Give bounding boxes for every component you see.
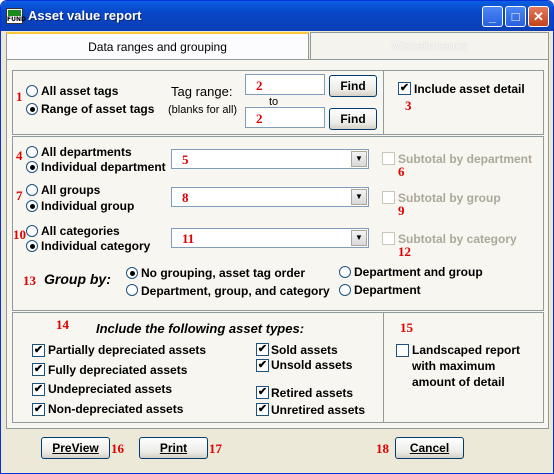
callout-1: 1 — [16, 89, 23, 104]
sold-assets-label: Sold assets — [271, 343, 338, 357]
asset-value-report-window: FUND Asset value report _ □ ✕ Data range… — [0, 0, 554, 474]
group-by-label: Group by: — [44, 271, 111, 287]
all-departments-label: All departments — [41, 145, 132, 159]
blanks-for-all-label: (blanks for all) — [168, 104, 238, 116]
all-asset-tags-radio[interactable] — [26, 85, 38, 97]
subtotal-group-label: Subtotal by group — [398, 191, 501, 205]
minimize-button[interactable]: _ — [482, 6, 503, 27]
callout-9: 9 — [398, 203, 405, 218]
callout-7: 7 — [16, 188, 23, 203]
callout-6: 6 — [398, 164, 405, 179]
asset-types-heading: Include the following asset types: — [96, 321, 305, 336]
group-by-dept-label: Department — [354, 283, 421, 297]
individual-department-label: Individual department — [41, 160, 166, 174]
app-icon-text: FUND — [7, 16, 26, 23]
subtotal-group-checkbox[interactable] — [382, 191, 395, 204]
group-by-dept-group-radio[interactable] — [339, 266, 351, 278]
retired-assets-label: Retired assets — [271, 386, 354, 400]
group-by-none-label: No grouping, asset tag order — [141, 266, 306, 280]
chevron-down-icon[interactable]: ▼ — [351, 189, 367, 205]
find-from-button[interactable]: Find — [329, 75, 377, 97]
tag-range-label: Tag range: — [171, 84, 233, 99]
retired-assets-checkbox[interactable]: ✔ — [256, 386, 269, 399]
all-groups-radio[interactable] — [26, 184, 38, 196]
non-depreciated-checkbox[interactable]: ✔ — [32, 403, 45, 416]
close-button[interactable]: ✕ — [528, 6, 549, 27]
individual-category-radio[interactable] — [26, 240, 38, 252]
individual-department-radio[interactable] — [26, 161, 38, 173]
maximize-button[interactable]: □ — [505, 6, 526, 27]
all-departments-radio[interactable] — [26, 146, 38, 158]
chevron-down-icon[interactable]: ▼ — [351, 151, 367, 167]
callout-10: 10 — [13, 227, 26, 242]
unretired-assets-checkbox[interactable]: ✔ — [256, 403, 269, 416]
callout-14: 14 — [56, 317, 69, 332]
range-asset-tags-label: Range of asset tags — [41, 102, 155, 116]
landscaped-report-label-line2: with maximum — [412, 359, 496, 373]
callout-12: 12 — [398, 244, 411, 259]
individual-group-label: Individual group — [41, 199, 135, 213]
fully-depreciated-label: Fully depreciated assets — [48, 363, 188, 377]
subtotal-department-checkbox[interactable] — [382, 152, 395, 165]
window-title: Asset value report — [28, 8, 142, 23]
include-asset-detail-label: Include asset detail — [414, 82, 525, 96]
include-asset-detail-checkbox[interactable]: ✔ — [398, 82, 411, 95]
chevron-down-icon[interactable]: ▼ — [351, 230, 367, 246]
unsold-assets-checkbox[interactable]: ✔ — [256, 359, 269, 372]
tab-data-ranges[interactable]: Data ranges and grouping — [6, 32, 309, 59]
tag-range-to-input[interactable]: 2 — [245, 107, 325, 128]
group-select[interactable]: 8 ▼ — [171, 187, 369, 207]
unretired-assets-label: Unretired assets — [271, 403, 366, 417]
preview-button[interactable]: PreView — [41, 437, 110, 459]
find-to-button[interactable]: Find — [329, 108, 377, 130]
group-by-dept-group-cat-label: Department, group, and category — [141, 284, 330, 298]
group-by-none-radio[interactable] — [126, 267, 138, 279]
all-categories-radio[interactable] — [26, 225, 38, 237]
group-by-dept-radio[interactable] — [339, 284, 351, 296]
tab-miscellaneous[interactable]: Miscellaneous — [310, 32, 549, 59]
cancel-button[interactable]: Cancel — [395, 437, 464, 459]
callout-4: 4 — [16, 148, 23, 163]
partially-depreciated-checkbox[interactable]: ✔ — [32, 344, 45, 357]
print-button[interactable]: Print — [139, 437, 208, 459]
subtotal-department-label: Subtotal by department — [398, 152, 533, 166]
landscaped-report-label-line1: Landscaped report — [412, 343, 521, 357]
callout-17: 17 — [209, 441, 222, 456]
range-asset-tags-radio[interactable] — [26, 103, 38, 115]
unsold-assets-label: Unsold assets — [271, 358, 353, 372]
tag-range-from-input[interactable]: 2 — [245, 74, 325, 95]
group-by-dept-group-label: Department and group — [354, 265, 483, 279]
callout-18: 18 — [376, 441, 389, 456]
category-select[interactable]: 11 ▼ — [171, 228, 369, 248]
group-by-dept-group-cat-radio[interactable] — [126, 284, 138, 296]
subtotal-category-checkbox[interactable] — [382, 232, 395, 245]
landscaped-report-checkbox[interactable] — [396, 344, 409, 357]
all-groups-label: All groups — [41, 183, 101, 197]
sold-assets-checkbox[interactable]: ✔ — [256, 343, 269, 356]
non-depreciated-label: Non-depreciated assets — [48, 402, 184, 416]
callout-3: 3 — [405, 98, 412, 113]
callout-16: 16 — [111, 441, 124, 456]
undepreciated-label: Undepreciated assets — [48, 382, 173, 396]
department-select[interactable]: 5 ▼ — [171, 149, 369, 169]
all-categories-label: All categories — [41, 224, 120, 238]
fully-depreciated-checkbox[interactable]: ✔ — [32, 363, 45, 376]
title-bar: FUND Asset value report _ □ ✕ — [1, 1, 553, 31]
subtotal-category-label: Subtotal by category — [398, 232, 517, 246]
app-icon: FUND — [6, 8, 26, 24]
callout-15: 15 — [400, 320, 413, 335]
individual-category-label: Individual category — [41, 239, 151, 253]
landscaped-report-label-line3: amount of detail — [412, 375, 505, 389]
tab-panel: 1 All asset tags Range of asset tags Tag… — [6, 59, 549, 429]
individual-group-radio[interactable] — [26, 200, 38, 212]
all-asset-tags-label: All asset tags — [41, 84, 119, 98]
partially-depreciated-label: Partially depreciated assets — [48, 343, 207, 357]
undepreciated-checkbox[interactable]: ✔ — [32, 383, 45, 396]
callout-13: 13 — [23, 273, 36, 288]
